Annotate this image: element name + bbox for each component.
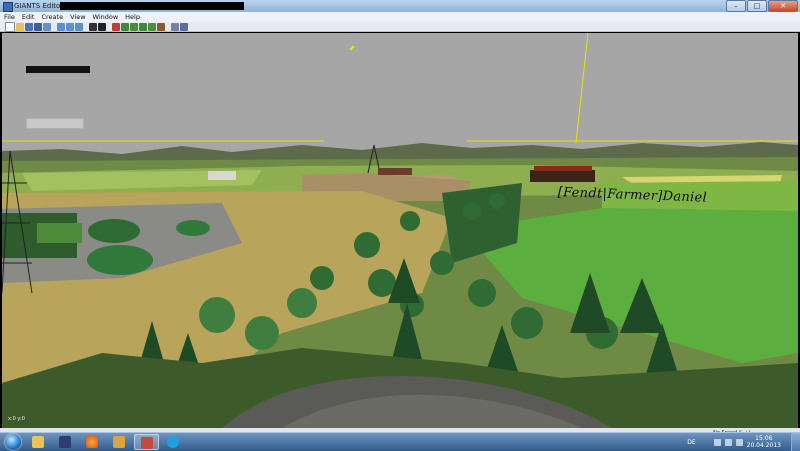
- settings-icon[interactable]: [171, 22, 179, 31]
- library-icon: [113, 436, 125, 448]
- minimize-button[interactable]: –: [726, 0, 746, 12]
- paint-icon[interactable]: [157, 22, 165, 31]
- clock-date: 20.04.2013: [746, 442, 781, 449]
- giants-editor-icon: [141, 437, 153, 449]
- scale-icon[interactable]: [139, 22, 147, 31]
- media-player-icon: [59, 436, 71, 448]
- menu-file[interactable]: File: [4, 13, 15, 21]
- redacted-bar: [26, 66, 90, 73]
- 3d-viewport[interactable]: [Fendt|Farmer]Daniel x:0 y:0: [2, 33, 798, 428]
- flag-icon[interactable]: [724, 438, 732, 446]
- save-icon[interactable]: [25, 22, 33, 31]
- taskbar-app-library[interactable]: [107, 434, 132, 450]
- save-as-icon[interactable]: [34, 22, 42, 31]
- import-icon[interactable]: [43, 22, 51, 31]
- network-icon[interactable]: [713, 438, 721, 446]
- redo-icon[interactable]: [75, 22, 83, 31]
- taskbar-app-firefox[interactable]: [80, 434, 105, 450]
- skype-icon: [167, 436, 179, 448]
- viewport-overlay-panel: [26, 118, 84, 129]
- coordinates-readout: x:0 y:0: [8, 416, 25, 422]
- menu-bar: File Edit Create View Window Help: [0, 12, 800, 22]
- terrain-scene: [2, 33, 798, 428]
- terrain-icon[interactable]: [148, 22, 156, 31]
- open-icon[interactable]: [16, 22, 24, 31]
- play-icon[interactable]: [98, 22, 106, 31]
- menu-view[interactable]: View: [70, 13, 85, 21]
- taskbar-apps: [26, 434, 186, 450]
- system-tray: DE 15:06 20.04.2013: [687, 433, 800, 451]
- windows-logo-icon: [5, 434, 21, 450]
- taskbar-app-media[interactable]: [53, 434, 78, 450]
- show-desktop-button[interactable]: [791, 433, 800, 451]
- new-icon[interactable]: [5, 21, 15, 32]
- menu-edit[interactable]: Edit: [22, 13, 35, 21]
- select-icon[interactable]: [112, 22, 120, 31]
- clock-time: 15:06: [755, 435, 773, 442]
- windows-explorer-icon: [32, 436, 44, 448]
- giants-app-icon: [3, 2, 13, 12]
- rotate-icon[interactable]: [130, 22, 138, 31]
- move-icon[interactable]: [121, 22, 129, 31]
- menu-create[interactable]: Create: [41, 13, 63, 21]
- camera-icon[interactable]: [180, 22, 188, 31]
- firefox-icon: [86, 436, 98, 448]
- export-icon[interactable]: [57, 22, 65, 31]
- redacted-bar: [60, 2, 244, 10]
- toolbar: [0, 21, 800, 32]
- language-indicator[interactable]: DE: [687, 439, 695, 446]
- window-controls: – □ ✕: [726, 0, 798, 12]
- undo-icon[interactable]: [66, 22, 74, 31]
- taskbar-app-explorer[interactable]: [26, 434, 51, 450]
- taskbar-app-giants-editor[interactable]: [134, 434, 159, 450]
- taskbar: DE 15:06 20.04.2013: [0, 432, 800, 451]
- menu-help[interactable]: Help: [125, 13, 140, 21]
- taskbar-app-skype[interactable]: [161, 434, 186, 450]
- close-button[interactable]: ✕: [768, 0, 798, 12]
- cut-icon[interactable]: [89, 22, 97, 31]
- clock[interactable]: 15:06 20.04.2013: [747, 435, 781, 449]
- maximize-button[interactable]: □: [747, 0, 767, 12]
- volume-icon[interactable]: [735, 438, 743, 446]
- start-button[interactable]: [2, 433, 24, 451]
- menu-window[interactable]: Window: [93, 13, 119, 21]
